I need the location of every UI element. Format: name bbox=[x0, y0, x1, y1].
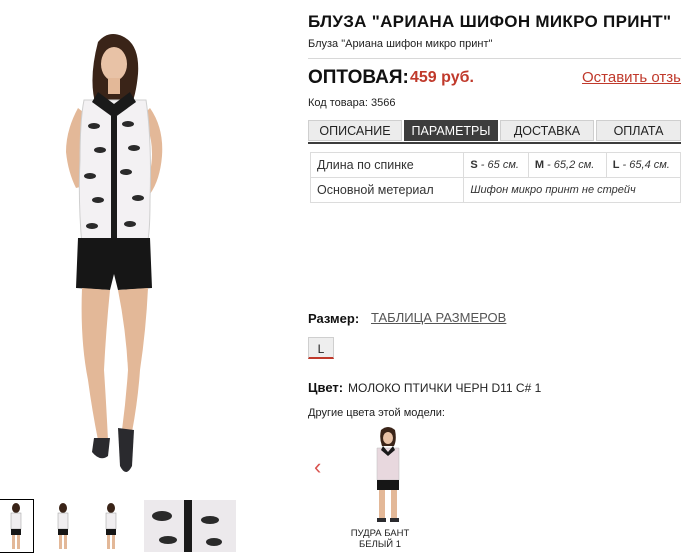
param-value-m: M - 65,2 см. bbox=[527, 152, 607, 178]
param-value-l: L - 65,4 см. bbox=[605, 152, 681, 178]
thumbnail-3[interactable] bbox=[96, 500, 126, 552]
tab-payment[interactable]: ОПЛАТА bbox=[596, 120, 681, 141]
parameters-table: Длина по спинке S - 65 см. M - 65,2 см. … bbox=[309, 152, 681, 203]
color-label: Цвет: bbox=[308, 380, 344, 395]
size-chart-link[interactable]: ТАБЛИЦА РАЗМЕРОВ bbox=[371, 310, 506, 325]
product-main-image bbox=[66, 34, 163, 472]
thumbnail-2[interactable] bbox=[48, 500, 78, 552]
color-variant-image[interactable] bbox=[365, 424, 411, 524]
price-label: ОПТОВАЯ: bbox=[308, 67, 409, 88]
table-row: Длина по спинке S - 65 см. M - 65,2 см. … bbox=[309, 152, 681, 178]
product-tabs: ОПИСАНИЕ ПАРАМЕТРЫ ДОСТАВКА ОПЛАТА bbox=[308, 120, 681, 142]
tab-description[interactable]: ОПИСАНИЕ bbox=[308, 120, 402, 141]
thumbnail-strip bbox=[0, 499, 240, 556]
product-sku: Код товара: 3566 bbox=[308, 97, 396, 109]
tabs-underline bbox=[308, 142, 681, 144]
tab-parameters[interactable]: ПАРАМЕТРЫ bbox=[404, 120, 498, 141]
price-value: 459 руб. bbox=[410, 69, 474, 86]
size-label: Размер: bbox=[308, 311, 360, 326]
size-option-l[interactable]: L bbox=[308, 337, 334, 359]
color-value: МОЛОКО ПТИЧКИ ЧЕРН D11 С# 1 bbox=[348, 381, 542, 395]
param-value-s: S - 65 см. bbox=[463, 152, 529, 178]
param-name: Основной метериал bbox=[309, 177, 465, 203]
thumbnail-4[interactable] bbox=[144, 500, 236, 552]
tab-delivery[interactable]: ДОСТАВКА bbox=[500, 120, 594, 141]
thumbnail-1[interactable] bbox=[0, 499, 34, 553]
param-value: Шифон микро принт не стрейч bbox=[463, 177, 681, 203]
prev-arrow-icon[interactable]: ‹ bbox=[314, 454, 321, 480]
other-colors-label: Другие цвета этой модели: bbox=[308, 407, 445, 419]
param-name: Длина по спинке bbox=[309, 152, 465, 178]
leave-review-link[interactable]: Оставить отзыв bbox=[582, 69, 681, 86]
product-subtitle: Блуза "Ариана шифон микро принт" bbox=[308, 38, 493, 50]
color-variant-name[interactable]: ПУДРА БАНТ БЕЛЫЙ 1 bbox=[340, 528, 420, 550]
product-title: БЛУЗА "АРИАНА ШИФОН МИКРО ПРИНТ" bbox=[308, 12, 672, 31]
divider bbox=[308, 58, 681, 59]
table-row: Основной метериал Шифон микро принт не с… bbox=[309, 177, 681, 203]
